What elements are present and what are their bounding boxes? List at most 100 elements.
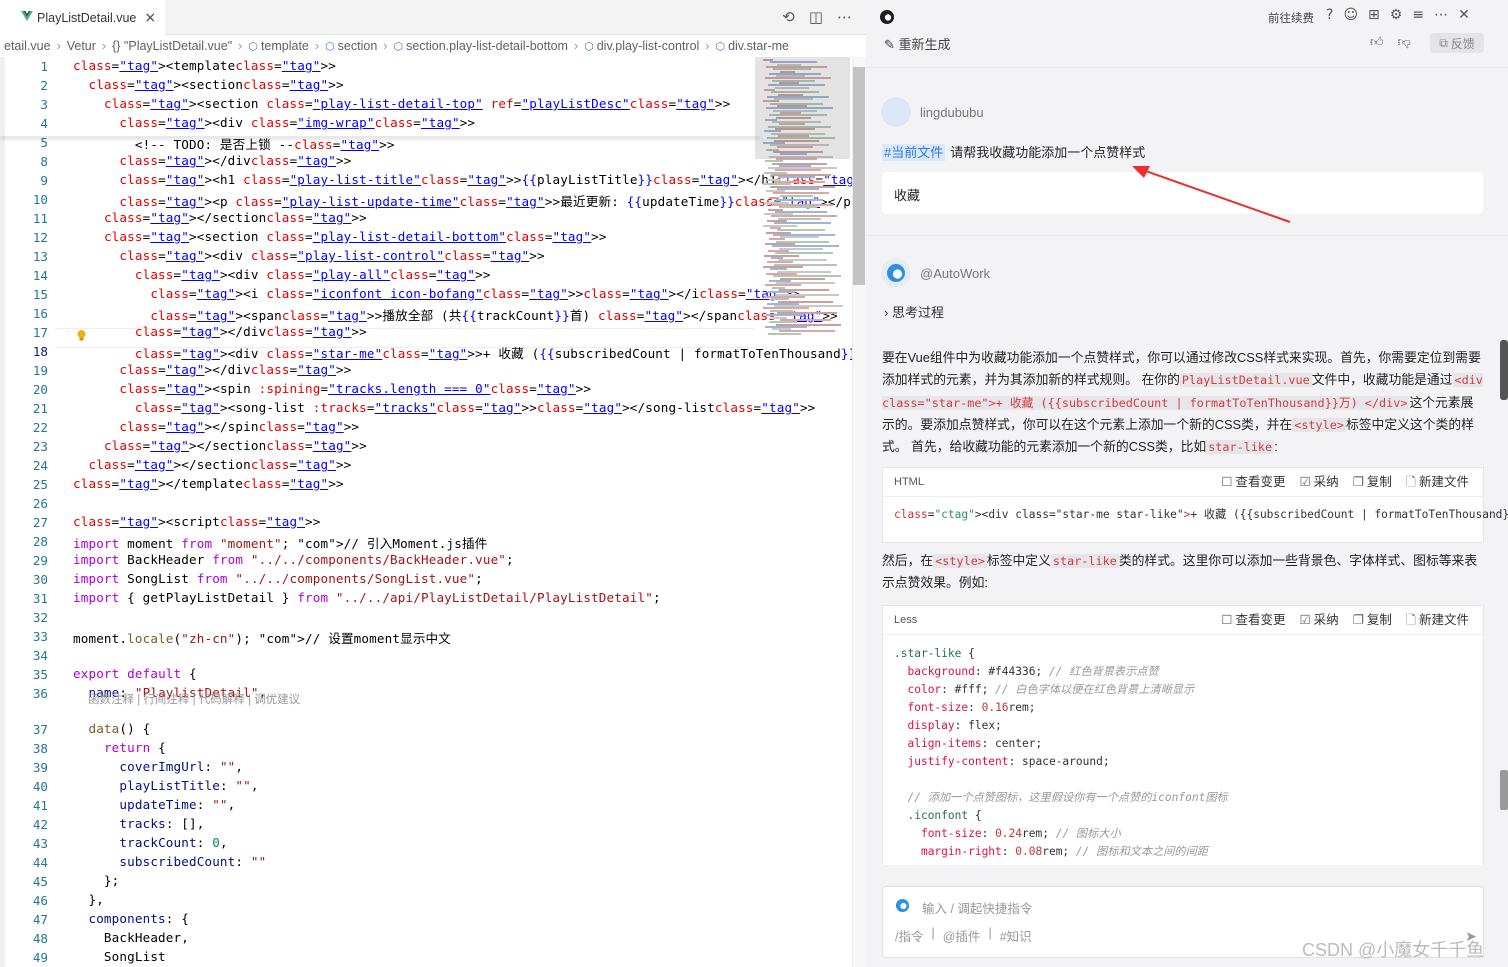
code-line[interactable]: trackCount: 0, (73, 835, 228, 850)
tool-separator: | (988, 926, 992, 940)
gear-icon[interactable]: ⚙ (1390, 7, 1403, 23)
code-line[interactable]: import BackHeader from "../../components… (73, 552, 514, 567)
file-reference[interactable]: #当前文件 (882, 144, 946, 161)
code-action-button[interactable]: 🗋︎ 新建文件 (1406, 609, 1469, 632)
code-line[interactable]: class="tag"></divclass="tag">> (73, 324, 367, 339)
code-line[interactable]: data() { (73, 721, 150, 736)
codelens-hint[interactable]: 函数注释 | 行间注释 | 代码解释 | 调优建议 (88, 691, 300, 707)
code-line[interactable]: coverImgUrl: "", (73, 759, 243, 774)
code-line[interactable]: class="tag"></sectionclass="tag">> (73, 457, 351, 472)
code-line[interactable]: class="tag"><sectionclass="tag">> (73, 77, 344, 92)
minimap-line (778, 176, 815, 179)
code-line[interactable]: SongList (73, 949, 166, 964)
code-line[interactable]: class="tag"><section class="play-list-de… (73, 229, 607, 244)
breadcrumb-item[interactable]: {} "PlayListDetail.vue" (112, 39, 232, 53)
breadcrumb-item[interactable]: Vetur (67, 39, 96, 53)
code-line[interactable]: class="tag"><i class="iconfont icon-bofa… (73, 286, 800, 301)
regenerate-button[interactable]: ✎ 重新生成 (884, 34, 951, 53)
code-line[interactable]: class="tag"><scriptclass="tag">> (73, 514, 320, 529)
split-icon[interactable]: ◫ (809, 8, 823, 26)
code-action-button[interactable]: 🗋︎ 新建文件 (1406, 471, 1469, 494)
line-number: 17 (32, 325, 48, 340)
code-line[interactable]: class="tag"><h1 class="play-list-title"c… (73, 172, 866, 187)
code-line[interactable]: components: { (73, 911, 189, 926)
code-line[interactable]: playListTitle: "", (73, 778, 259, 793)
menu-icon[interactable]: ≡ (1412, 7, 1424, 23)
renew-link[interactable]: 前往续费 (1268, 10, 1314, 26)
code-line[interactable]: BackHeader, (73, 930, 189, 945)
thumbs-down-icon[interactable]: 👎︎ (1398, 35, 1411, 50)
code-line[interactable]: <!-- TODO: 是否上锁 --class="tag">> (73, 134, 395, 153)
code-line[interactable]: class="tag"><div class="img-wrap"class="… (73, 115, 475, 130)
line-number: 16 (32, 306, 48, 321)
close-icon[interactable]: ✕ (1458, 7, 1470, 23)
thumbs-up-icon[interactable]: 👍︎ (1370, 35, 1384, 50)
code-line[interactable]: }, (73, 892, 104, 907)
code-line[interactable]: class="tag"></templateclass="tag">> (73, 476, 344, 491)
code-block-body[interactable]: .star-like { background: #f44336; // 红色背… (883, 635, 1483, 865)
line-number: 36 (32, 686, 48, 701)
code-line[interactable]: class="tag"><song-list :tracks="tracks"c… (73, 400, 815, 415)
user-icon[interactable]: ☺ (1343, 7, 1358, 23)
code-line[interactable]: subscribedCount: "" (73, 854, 266, 869)
plugin-icon[interactable]: ⊞ (1368, 7, 1380, 23)
code-line[interactable]: class="tag"></divclass="tag">> (73, 153, 351, 168)
breadcrumb-item[interactable]: ⬡ template (248, 39, 309, 53)
code-line[interactable]: class="tag"><templateclass="tag">> (73, 58, 336, 73)
code-line[interactable]: import SongList from "../../components/S… (73, 571, 483, 586)
code-language: HTML (894, 476, 924, 488)
feedback-button[interactable]: ⧉ 反馈 (1430, 33, 1484, 53)
code-line[interactable]: tracks: [], (73, 816, 204, 831)
code-line[interactable]: export default { (73, 666, 197, 681)
breadcrumb-item[interactable]: etail.vue (4, 39, 51, 53)
code-line[interactable]: class="tag"></spinclass="tag">> (73, 419, 359, 434)
code-line[interactable]: class="tag"></sectionclass="tag">> (73, 438, 367, 453)
editor-scroll-thumb[interactable] (853, 67, 865, 285)
code-action-button[interactable]: ❐ 复制 (1353, 471, 1392, 494)
chat-scroll-thumb[interactable] (1500, 770, 1508, 810)
code-line[interactable]: }; (73, 873, 119, 888)
code-line[interactable]: return { (73, 740, 166, 755)
code-line[interactable]: class="tag"><p class="play-list-update-t… (73, 191, 866, 210)
breadcrumb-item[interactable]: ⬡ div.play-list-control (584, 39, 699, 53)
code-line[interactable]: class="tag"></sectionclass="tag">> (73, 210, 367, 225)
code-action-button[interactable]: ❐ 复制 (1353, 609, 1392, 632)
line-number: 43 (32, 836, 48, 851)
more-icon[interactable]: ⋯ (837, 8, 852, 26)
help-icon[interactable]: ? (1326, 7, 1333, 23)
breadcrumb-item[interactable]: ⬡ section.play-list-detail-bottom (393, 39, 567, 53)
input-tool[interactable]: #知识 (1000, 926, 1032, 945)
history-icon[interactable]: ⟲ (782, 8, 795, 26)
thinking-toggle[interactable]: › 思考过程 (884, 302, 944, 321)
tab-playlistdetail[interactable]: PlayListDetail.vue × (0, 0, 165, 35)
code-action-button[interactable]: ☑ 采纳 (1299, 609, 1338, 632)
code-line[interactable]: class="tag"><div class="play-all"class="… (73, 267, 491, 282)
code-line[interactable]: class="tag"><div class="star-me"class="t… (73, 343, 866, 362)
code-action-button[interactable]: ☑ 采纳 (1299, 471, 1338, 494)
line-number: 49 (32, 950, 48, 965)
code-line[interactable]: class="tag"><div class="play-list-contro… (73, 248, 545, 263)
code-line[interactable]: import { getPlayListDetail } from "../..… (73, 590, 661, 605)
input-tool[interactable]: /指令 (895, 926, 923, 945)
code-action-button[interactable]: ☐ 查看变更 (1221, 609, 1285, 632)
code-line[interactable]: class="tag"><spanclass="tag">>播放全部 (共{{t… (73, 305, 838, 324)
input-tool[interactable]: @插件 (943, 926, 981, 945)
edge-handle[interactable] (1500, 340, 1508, 400)
code-line[interactable]: class="tag"></divclass="tag">> (73, 362, 351, 377)
code-action-button[interactable]: ☐ 查看变更 (1221, 471, 1285, 494)
code-line[interactable]: class="tag"><spin :spining="tracks.lengt… (73, 381, 591, 396)
tab-label: PlayListDetail.vue (37, 10, 137, 25)
code-line[interactable]: updateTime: "", (73, 797, 235, 812)
code-line[interactable]: class="tag"><section class="play-list-de… (73, 96, 730, 111)
close-tab-icon[interactable]: × (144, 10, 156, 26)
code-block-body[interactable]: class="ctag"><div class="star-me star-li… (883, 497, 1508, 530)
lightbulb-icon[interactable] (76, 329, 87, 343)
breadcrumb-item[interactable]: ⬡ section (325, 39, 377, 53)
code-area[interactable]: 1 class="tag"><templateclass="tag">> 2 cla… (0, 57, 866, 967)
code-line[interactable]: import moment from "moment"; "com">// 引入… (73, 533, 487, 552)
breadcrumb-item[interactable]: ⬡ div.star-me (715, 39, 789, 53)
more-icon[interactable]: ⋯ (1434, 7, 1448, 23)
minimap-slider[interactable] (755, 57, 850, 159)
line-number: 13 (32, 249, 48, 264)
code-line[interactable]: moment.locale("zh-cn"); "com">// 设置momen… (73, 628, 451, 647)
